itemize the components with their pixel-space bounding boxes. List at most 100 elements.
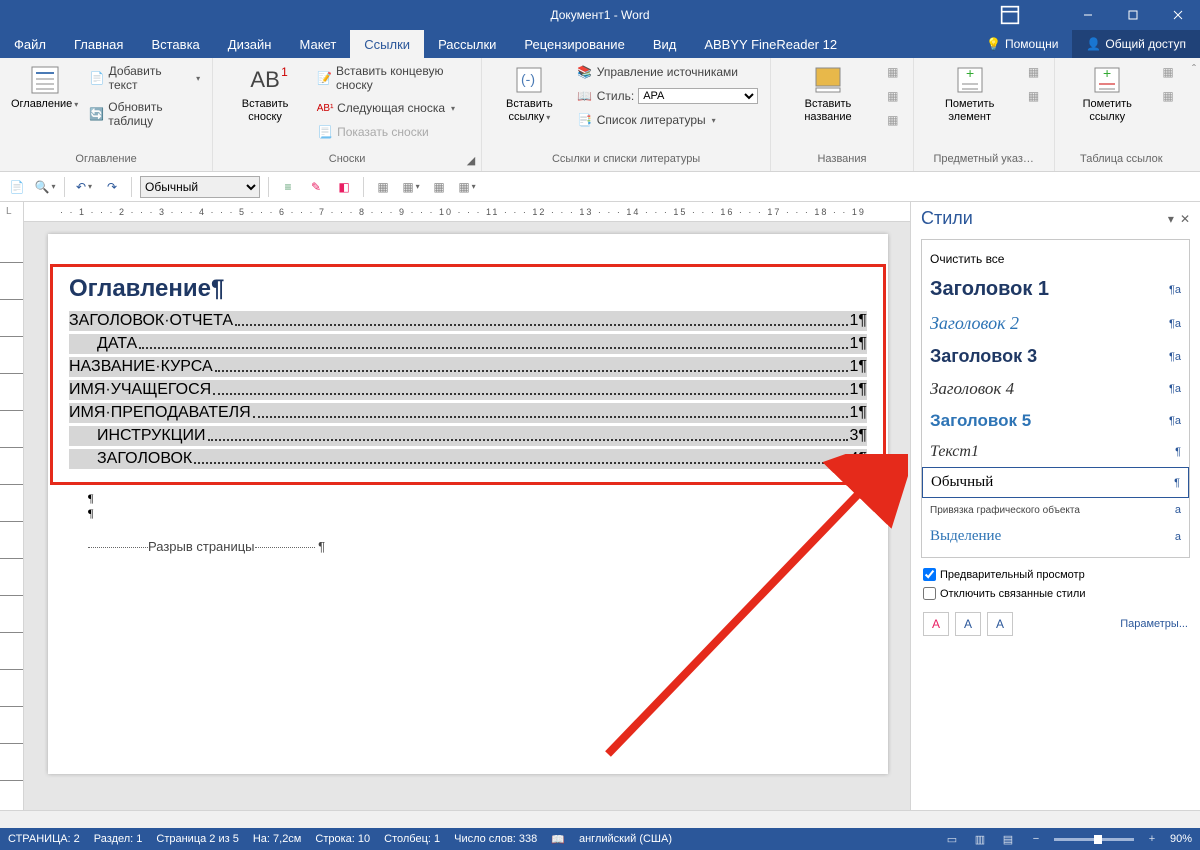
index-opt1[interactable]: ▦ [1022,62,1046,82]
tab-insert[interactable]: Вставка [137,30,213,58]
zoom-slider[interactable] [1054,838,1134,841]
index-opt2[interactable]: ▦ [1022,86,1046,106]
horizontal-scrollbar[interactable] [0,810,1200,828]
clear-all[interactable]: Очистить все [922,246,1189,272]
manage-sources-button[interactable]: 📚Управление источниками [573,62,762,82]
qat-table2[interactable]: ▦▾ [400,176,422,198]
caption-opt1[interactable]: ▦ [881,62,905,82]
page[interactable]: Оглавление¶ ЗАГОЛОВОК·ОТЧЕТА1¶ ДАТА1¶ НАЗВ… [48,234,888,774]
qat-list[interactable]: ≡ [277,176,299,198]
caption-opt2[interactable]: ▦ [881,86,905,106]
update-table-button[interactable]: 🔄Обновить таблицу [85,98,204,130]
tab-review[interactable]: Рецензирование [510,30,638,58]
status-proof-icon[interactable]: 📖 [551,833,565,846]
auth-opt2[interactable]: ▦ [1156,86,1180,106]
show-notes-button[interactable]: 📃Показать сноски [313,122,473,142]
vertical-ruler[interactable] [0,202,24,810]
caption-opt3[interactable]: ▦ [881,110,905,130]
zoom-in-button[interactable]: + [1142,831,1162,847]
status-language[interactable]: английский (США) [579,833,672,845]
toc-row[interactable]: НАЗВАНИЕ·КУРСА1¶ [69,357,867,377]
insert-citation-button[interactable]: (-) Вставить ссылку▾ [490,62,569,126]
toc-row[interactable]: ЗАГОЛОВОК4¶ [69,449,867,469]
insert-caption-button[interactable]: Вставить название [779,62,877,126]
style-item[interactable]: Обычный¶ [922,467,1189,498]
dialog-launcher-icon[interactable]: ◢ [465,154,477,166]
qat-table4[interactable]: ▦▾ [456,176,478,198]
style-item[interactable]: Заголовок 3¶a [922,340,1189,373]
disable-linked-checkbox[interactable]: Отключить связанные стили [923,587,1188,600]
bibliography-button[interactable]: 📑Список литературы▾ [573,110,762,130]
close-button[interactable] [1155,0,1200,30]
zoom-level[interactable]: 90% [1170,833,1192,845]
status-page-of[interactable]: Страница 2 из 5 [156,833,238,845]
toc-button[interactable]: Оглавление▾ [8,62,81,113]
status-section[interactable]: Раздел: 1 [94,833,143,845]
tab-design[interactable]: Дизайн [214,30,286,58]
styles-options-link[interactable]: Параметры... [1120,618,1188,630]
toc-row[interactable]: ИМЯ·ПРЕПОДАВАТЕЛЯ1¶ [69,403,867,423]
manage-styles-button[interactable]: A [987,612,1013,636]
tab-references[interactable]: Ссылки [350,30,424,58]
tab-file[interactable]: Файл [0,30,60,58]
zoom-out-button[interactable]: − [1026,831,1046,847]
share-button[interactable]: 👤Общий доступ [1072,30,1200,58]
collapse-ribbon-icon[interactable]: ˆ [1188,58,1200,171]
qat-erase[interactable]: ◧ [333,176,355,198]
style-item[interactable]: Текст1¶ [922,437,1189,467]
tab-mailings[interactable]: Рассылки [424,30,510,58]
tab-layout[interactable]: Макет [285,30,350,58]
view-read-icon[interactable]: ▭ [942,831,962,847]
mark-entry-button[interactable]: + Пометить элемент [922,62,1018,126]
view-web-icon[interactable]: ▤ [998,831,1018,847]
style-item[interactable]: Привязка графического объектаa [922,498,1189,522]
minimize-button[interactable] [1065,0,1110,30]
qat-btn-1[interactable]: 📄 [6,176,28,198]
next-footnote-button[interactable]: AB¹Следующая сноска▾ [313,98,473,118]
horizontal-ruler[interactable]: · · 1 · · · 2 · · · 3 · · · 4 · · · 5 · … [24,202,910,222]
tell-me[interactable]: 💡Помощни [972,30,1072,58]
citation-style-select[interactable]: APA [638,88,758,104]
auth-opt1[interactable]: ▦ [1156,62,1180,82]
tab-abbyy[interactable]: ABBYY FineReader 12 [690,30,851,58]
qat-table3[interactable]: ▦ [428,176,450,198]
style-item[interactable]: Выделениеa [922,522,1189,551]
new-style-button[interactable]: A [923,612,949,636]
style-item[interactable]: Заголовок 1¶a [922,272,1189,307]
status-at[interactable]: На: 7,2см [253,833,302,845]
toc-heading[interactable]: Оглавление¶ [69,275,867,303]
citation-style[interactable]: 📖Стиль: APA [573,86,762,106]
insert-footnote-button[interactable]: AB1 Вставить сноску [221,62,309,126]
add-text-button[interactable]: 📄Добавить текст▾ [85,62,204,94]
qat-highlight[interactable]: ✎ [305,176,327,198]
tab-view[interactable]: Вид [639,30,691,58]
preview-checkbox[interactable]: Предварительный просмотр [923,568,1188,581]
toc-row[interactable]: ДАТА1¶ [69,334,867,354]
styles-dropdown-icon[interactable]: ▾ [1168,212,1174,226]
ribbon-display-options-icon[interactable] [1000,5,1020,25]
styles-list[interactable]: Очистить все Заголовок 1¶aЗаголовок 2¶aЗ… [921,239,1190,558]
tab-home[interactable]: Главная [60,30,137,58]
style-selector[interactable]: Обычный [140,176,260,198]
style-item[interactable]: Заголовок 4¶a [922,373,1189,405]
qat-search[interactable]: 🔍▾ [34,176,56,198]
redo-button[interactable]: ↷ [101,176,123,198]
maximize-button[interactable] [1110,0,1155,30]
status-column[interactable]: Столбец: 1 [384,833,440,845]
style-item[interactable]: Заголовок 2¶a [922,307,1189,340]
mark-citation-button[interactable]: + Пометить ссылку [1063,62,1152,126]
status-line[interactable]: Строка: 10 [315,833,370,845]
style-inspector-button[interactable]: A [955,612,981,636]
toc-row[interactable]: ЗАГОЛОВОК·ОТЧЕТА1¶ [69,311,867,331]
status-page[interactable]: СТРАНИЦА: 2 [8,833,80,845]
toc-row[interactable]: ИМЯ·УЧАЩЕГОСЯ1¶ [69,380,867,400]
document-area[interactable]: · · 1 · · · 2 · · · 3 · · · 4 · · · 5 · … [24,202,910,810]
qat-table1[interactable]: ▦ [372,176,394,198]
toc-row[interactable]: ИНСТРУКЦИИ3¶ [69,426,867,446]
style-item[interactable]: Заголовок 5¶a [922,405,1189,437]
insert-endnote-button[interactable]: 📝Вставить концевую сноску [313,62,473,94]
status-words[interactable]: Число слов: 338 [454,833,537,845]
view-print-icon[interactable]: ▥ [970,831,990,847]
undo-button[interactable]: ↶▾ [73,176,95,198]
styles-close-icon[interactable]: ✕ [1180,212,1190,226]
